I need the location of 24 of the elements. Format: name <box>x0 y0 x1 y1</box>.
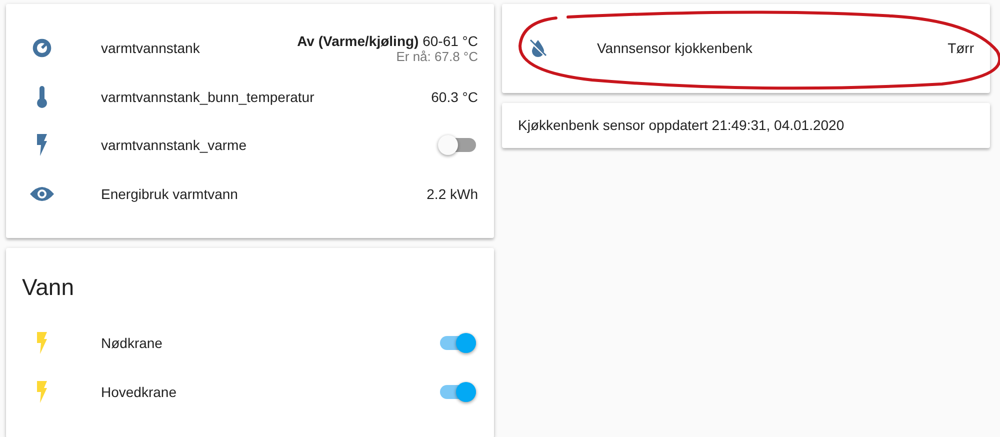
lightning-icon <box>36 380 48 403</box>
gauge-icon <box>31 37 53 60</box>
lightning-icon <box>36 134 48 156</box>
sensor-value: 60.3 °C <box>431 88 478 105</box>
entity-name: varmtvannstank_varme <box>101 137 248 154</box>
toggle-switch[interactable] <box>440 384 476 399</box>
entity-name: Nødkrane <box>101 335 164 352</box>
card-title: Vann <box>21 274 76 302</box>
update-message: Kjøkkenbenk sensor oppdatert 21:49:31, 04.01.2020 <box>518 116 846 132</box>
water-off-icon <box>529 39 547 58</box>
sensor-value: 2.2 kWh <box>426 186 478 202</box>
entity-name: varmtvannstank <box>101 40 201 56</box>
entity-name: varmtvannstank_bunn_temperatur <box>101 88 316 105</box>
toggle-switch[interactable] <box>440 138 476 152</box>
toggle-switch[interactable] <box>440 336 476 350</box>
entity-name: Energibruk varmtvann <box>101 186 239 202</box>
sensor-value: Tørr <box>948 40 974 56</box>
entity-name: Vannsensor kjokkenbenk <box>597 40 754 56</box>
lightning-icon <box>36 332 48 354</box>
climate-state: Av (Varme/kjøling) 60-61 °C <box>297 32 478 49</box>
entity-name: Hovedkrane <box>101 384 178 400</box>
eye-icon <box>30 186 54 202</box>
thermometer-icon <box>36 84 48 109</box>
current-temperature: Er nå: 67.8 °C <box>396 48 478 64</box>
